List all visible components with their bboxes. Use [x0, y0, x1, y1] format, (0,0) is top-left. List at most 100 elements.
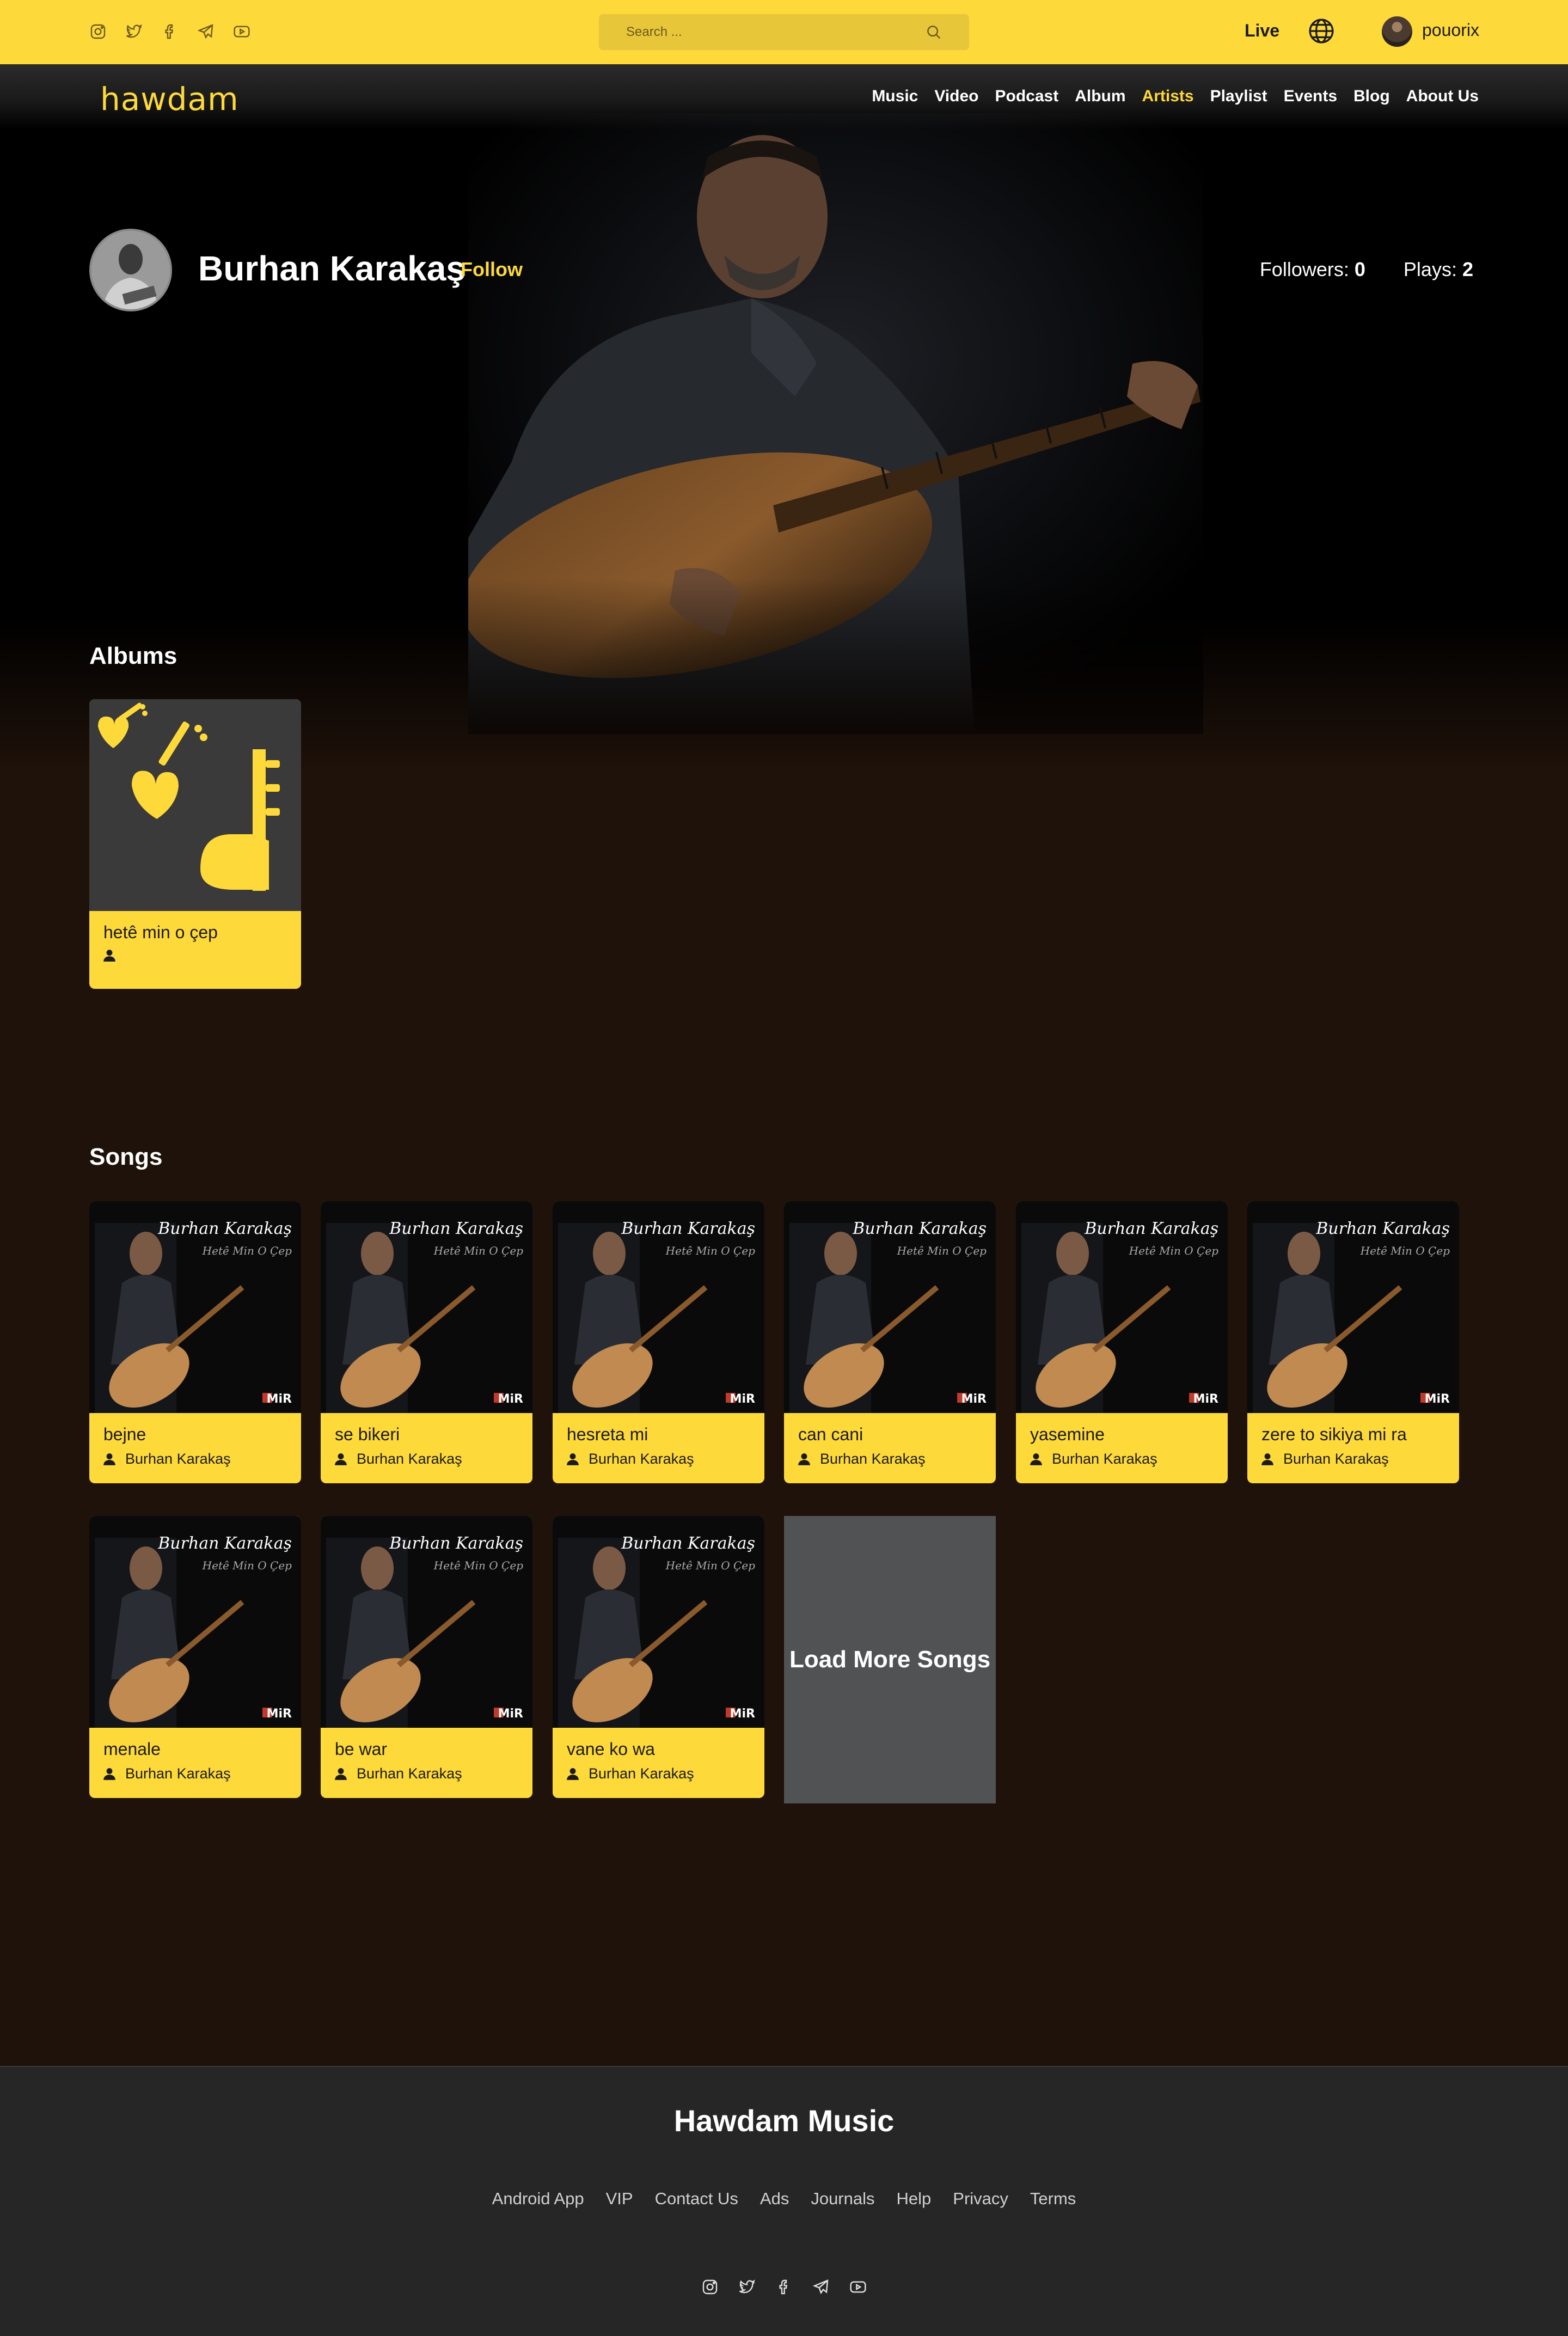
youtube-icon[interactable]: [233, 23, 250, 40]
cover-artist-text: Burhan Karakaş: [621, 1219, 755, 1238]
user-icon: [103, 950, 115, 962]
cover-label-text: MiR: [498, 1707, 523, 1721]
youtube-icon[interactable]: [849, 2278, 867, 2296]
nav-item-events[interactable]: Events: [1284, 87, 1337, 106]
user-avatar[interactable]: [1382, 16, 1412, 47]
user-icon: [103, 1453, 115, 1465]
song-card[interactable]: Burhan Karakaş Hetê Min O Çep MiR bejne Burh…: [89, 1201, 301, 1483]
user-icon: [335, 1768, 347, 1780]
song-artist-name: Burhan Karakaş: [1052, 1451, 1157, 1467]
search-input[interactable]: [626, 14, 909, 50]
nav-item-podcast[interactable]: Podcast: [995, 87, 1058, 106]
top-bar: Live pouorix: [0, 0, 1568, 64]
user-icon: [1030, 1453, 1042, 1465]
follow-button[interactable]: Follow: [461, 258, 523, 281]
album-card[interactable]: hetê min o çep: [89, 699, 301, 989]
song-card[interactable]: Burhan Karakaş Hetê Min O Çep MiR hesreta m…: [553, 1201, 764, 1483]
song-cover-art: Burhan Karakaş Hetê Min O Çep MiR: [89, 1516, 301, 1728]
artist-stats: Followers: 0 Plays: 2: [1260, 258, 1473, 281]
nav-item-about-us[interactable]: About Us: [1406, 87, 1479, 106]
user-icon: [103, 1768, 115, 1780]
live-link[interactable]: Live: [1245, 21, 1279, 41]
cover-album-text: Hetê Min O Çep: [665, 1559, 756, 1572]
nav-item-video[interactable]: Video: [934, 87, 978, 106]
footer-social-links: [0, 2278, 1568, 2296]
song-title[interactable]: bejne: [103, 1424, 146, 1445]
cover-label-text: MiR: [267, 1707, 292, 1721]
telegram-icon[interactable]: [197, 23, 215, 40]
footer: Hawdam Music Android App VIP Contact Us …: [0, 2066, 1568, 2336]
song-card[interactable]: Burhan Karakaş Hetê Min O Çep MiR zere to s…: [1247, 1201, 1459, 1483]
footer-link-vip[interactable]: VIP: [606, 2189, 633, 2209]
song-cover-art: Burhan Karakaş Hetê Min O Çep MiR: [553, 1516, 764, 1728]
username[interactable]: pouorix: [1422, 20, 1479, 40]
footer-link-terms[interactable]: Terms: [1030, 2189, 1076, 2209]
footer-link-android-app[interactable]: Android App: [492, 2189, 584, 2209]
cover-album-text: Hetê Min O Çep: [1129, 1244, 1219, 1257]
song-card[interactable]: Burhan Karakaş Hetê Min O Çep MiR be war Bur…: [321, 1516, 532, 1798]
plays-label: Plays:: [1403, 258, 1457, 280]
song-artist-name: Burhan Karakaş: [125, 1451, 231, 1467]
nav-item-artists[interactable]: Artists: [1142, 87, 1194, 106]
nav-item-playlist[interactable]: Playlist: [1210, 87, 1267, 106]
twitter-icon[interactable]: [738, 2278, 756, 2296]
song-title[interactable]: vane ko wa: [567, 1739, 655, 1759]
song-card[interactable]: Burhan Karakaş Hetê Min O Çep MiR menale Bur…: [89, 1516, 301, 1798]
song-cover-art: Burhan Karakaş Hetê Min O Çep MiR: [89, 1201, 301, 1413]
cover-album-text: Hetê Min O Çep: [1360, 1244, 1450, 1257]
song-title[interactable]: hesreta mi: [567, 1424, 648, 1445]
user-icon: [798, 1453, 810, 1465]
song-artist: Burhan Karakaş: [102, 1451, 231, 1467]
song-artist: Burhan Karakaş: [334, 1451, 462, 1467]
song-artist: Burhan Karakaş: [566, 1765, 694, 1782]
songs-heading: Songs: [89, 1143, 163, 1170]
artist-banner-photo: [468, 113, 1203, 734]
cover-album-text: Hetê Min O Çep: [202, 1559, 292, 1572]
cover-album-text: Hetê Min O Çep: [433, 1559, 524, 1572]
album-title[interactable]: hetê min o çep: [103, 922, 218, 943]
song-card[interactable]: Burhan Karakaş Hetê Min O Çep MiR vane ko w…: [553, 1516, 764, 1798]
song-title[interactable]: be war: [335, 1739, 387, 1759]
song-card[interactable]: Burhan Karakaş Hetê Min O Çep MiR se bikeri…: [321, 1201, 532, 1483]
cover-artist-text: Burhan Karakaş: [1084, 1219, 1218, 1238]
song-card[interactable]: Burhan Karakaş Hetê Min O Çep MiR yasemine B…: [1016, 1201, 1228, 1483]
song-title[interactable]: menale: [103, 1739, 161, 1759]
facebook-icon[interactable]: [775, 2278, 793, 2296]
search-icon[interactable]: [926, 24, 942, 40]
facebook-icon[interactable]: [161, 23, 179, 40]
footer-link-help[interactable]: Help: [897, 2189, 932, 2209]
site-logo[interactable]: hawdam: [100, 81, 239, 118]
cover-album-text: Hetê Min O Çep: [433, 1244, 524, 1257]
song-artist-name: Burhan Karakaş: [357, 1451, 462, 1467]
nav-item-music[interactable]: Music: [872, 87, 918, 106]
cover-artist-text: Burhan Karakaş: [621, 1534, 755, 1553]
song-title[interactable]: zere to sikiya mi ra: [1261, 1424, 1407, 1445]
nav-item-album[interactable]: Album: [1075, 87, 1125, 106]
song-title[interactable]: can cani: [798, 1424, 863, 1445]
song-title[interactable]: yasemine: [1030, 1424, 1105, 1445]
user-icon: [1261, 1453, 1273, 1465]
cover-artist-text: Burhan Karakaş: [852, 1219, 987, 1238]
footer-link-journals[interactable]: Journals: [811, 2189, 874, 2209]
footer-links: Android App VIP Contact Us Ads Journals …: [0, 2189, 1568, 2209]
globe-icon[interactable]: [1308, 17, 1335, 45]
plays-count: 2: [1462, 258, 1473, 280]
twitter-icon[interactable]: [125, 23, 143, 40]
followers-count: 0: [1354, 258, 1365, 280]
instagram-icon[interactable]: [701, 2278, 719, 2296]
footer-link-contact-us[interactable]: Contact Us: [655, 2189, 738, 2209]
load-more-songs-button[interactable]: Load More Songs: [784, 1516, 996, 1803]
artist-name: Burhan Karakaş: [198, 249, 465, 288]
instagram-icon[interactable]: [89, 23, 107, 40]
song-artist-name: Burhan Karakaş: [820, 1451, 926, 1467]
telegram-icon[interactable]: [812, 2278, 830, 2296]
main-nav: hawdam Music Video Podcast Album Artists…: [0, 64, 1568, 130]
user-icon: [335, 1453, 347, 1465]
song-cover-art: Burhan Karakaş Hetê Min O Çep MiR: [553, 1201, 764, 1413]
song-card[interactable]: Burhan Karakaş Hetê Min O Çep MiR can cani B…: [784, 1201, 996, 1483]
song-title[interactable]: se bikeri: [335, 1424, 400, 1445]
song-artist: Burhan Karakaş: [797, 1451, 926, 1467]
nav-item-blog[interactable]: Blog: [1353, 87, 1390, 106]
footer-link-ads[interactable]: Ads: [760, 2189, 789, 2209]
footer-link-privacy[interactable]: Privacy: [953, 2189, 1008, 2209]
